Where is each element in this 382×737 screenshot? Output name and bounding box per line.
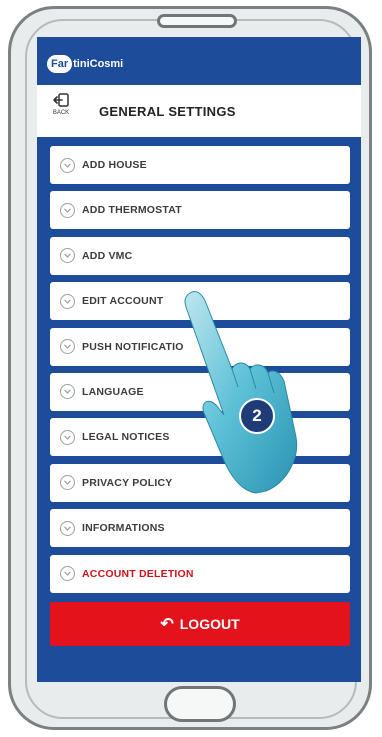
menu-item-label: PUSH NOTIFICATIO <box>82 340 184 353</box>
menu-item-label: ACCOUNT DELETION <box>82 567 194 580</box>
logout-button[interactable]: ↶ LOGOUT <box>50 602 350 646</box>
chevron-down-icon <box>60 566 75 582</box>
app-topbar: Far tiniCosmi <box>37 37 361 85</box>
page-title: GENERAL SETTINGS <box>99 104 236 119</box>
chevron-down-icon <box>60 475 75 491</box>
chevron-down-icon <box>60 157 75 173</box>
phone-home-button[interactable] <box>164 686 236 722</box>
logout-label: LOGOUT <box>179 616 240 632</box>
brand-logo-text: tiniCosmi <box>73 58 124 70</box>
reply-arrow-icon: ↶ <box>160 616 174 633</box>
menu-item-label: LEGAL NOTICES <box>82 431 170 444</box>
chevron-down-icon <box>60 202 75 218</box>
chevron-down-icon <box>60 429 75 445</box>
chevron-down-icon <box>60 384 75 400</box>
chevron-down-icon <box>60 248 75 264</box>
menu-item-label: EDIT ACCOUNT <box>82 295 164 308</box>
back-button[interactable]: BACK <box>43 93 79 131</box>
brand-logo-badge: Far <box>47 55 73 73</box>
menu-item-add-thermostat[interactable]: ADD THERMOSTAT <box>50 191 350 230</box>
back-label: BACK <box>52 110 70 116</box>
chevron-down-icon <box>60 339 75 355</box>
menu-item-account-deletion[interactable]: ACCOUNT DELETION <box>50 554 350 593</box>
menu-item-label: ADD VMC <box>82 249 133 262</box>
menu-item-label: INFORMATIONS <box>82 522 165 535</box>
phone-speaker <box>157 14 237 28</box>
menu-item-label: PRIVACY POLICY <box>82 476 173 489</box>
step-number: 2 <box>252 406 262 425</box>
menu-item-add-house[interactable]: ADD HOUSE <box>50 146 350 184</box>
chevron-down-icon <box>60 293 75 309</box>
page-header: BACK GENERAL SETTINGS <box>37 85 361 137</box>
menu-item-label: LANGUAGE <box>82 385 144 398</box>
menu-item-label: ADD THERMOSTAT <box>82 204 182 217</box>
step-badge: 2 <box>239 398 275 434</box>
back-arrow-icon <box>53 93 69 107</box>
chevron-down-icon <box>60 520 75 536</box>
menu-item-label: ADD HOUSE <box>82 159 147 171</box>
brand-logo: Far tiniCosmi <box>47 53 123 75</box>
menu-item-informations[interactable]: INFORMATIONS <box>50 509 350 548</box>
menu-item-add-vmc[interactable]: ADD VMC <box>50 236 350 275</box>
pointing-hand-icon <box>184 290 298 494</box>
